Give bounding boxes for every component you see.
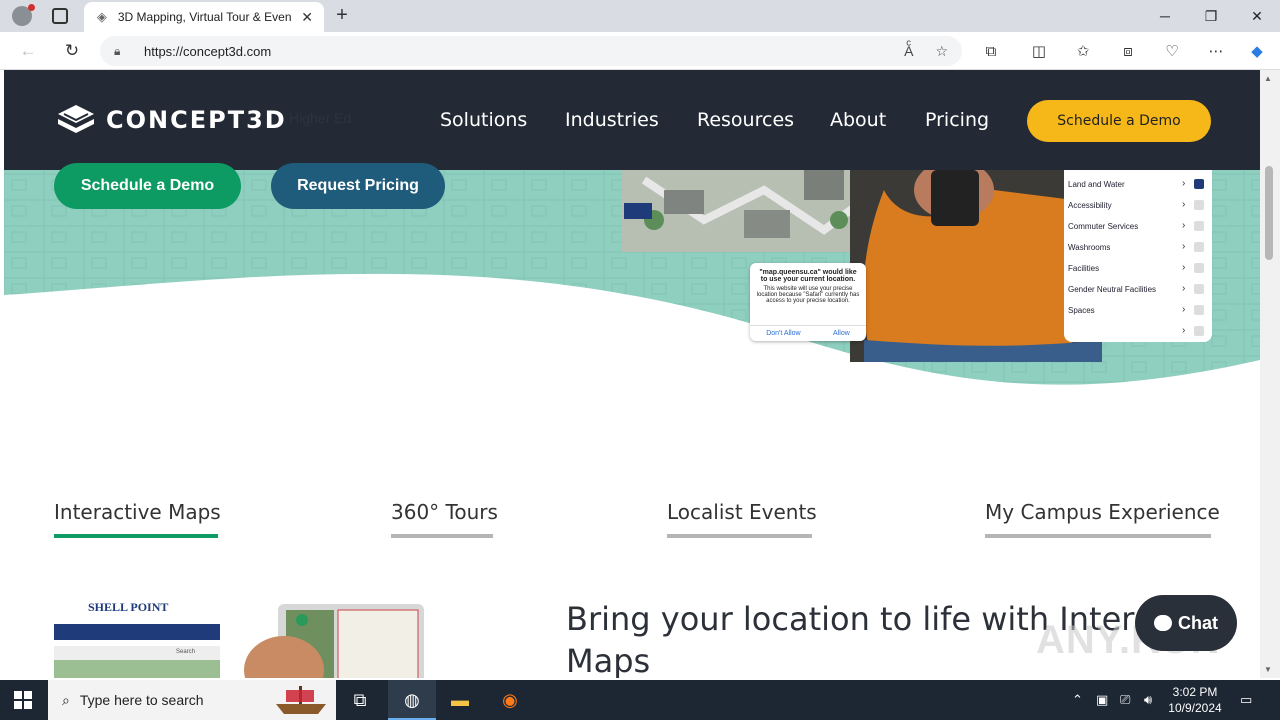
tab-title: 3D Mapping, Virtual Tour & Even [117, 10, 292, 24]
tab-interactive-maps[interactable]: Interactive Maps [54, 500, 221, 524]
close-window-button[interactable]: ✕ [1234, 0, 1280, 32]
tab-actions-icon[interactable] [52, 8, 68, 24]
logo-mark-icon [58, 105, 94, 133]
tab-localist-events-underline [667, 534, 812, 538]
tab-localist-events[interactable]: Localist Events [667, 500, 817, 524]
taskbar-clock[interactable]: 3:02 PM 10/9/2024 [1160, 684, 1230, 716]
taskbar-search[interactable]: ⌕ Type here to search [48, 680, 336, 720]
profile-avatar-icon[interactable] [12, 4, 35, 26]
read-aloud-icon[interactable]: Aͨ [904, 43, 913, 59]
search-icon: ⌕ [62, 691, 70, 708]
page-viewport: CONCEPT3D Higher Ed Solutions Industries… [4, 70, 1260, 678]
split-screen-icon[interactable]: ◫ [1028, 41, 1050, 63]
tab-close-icon[interactable]: ✕ [300, 9, 314, 26]
filter-list-panel: Land and Water › Accessibility › Commuter … [1064, 170, 1212, 342]
hero-request-pricing-button[interactable]: Request Pricing [271, 163, 445, 209]
back-arrow-icon[interactable]: ← [16, 39, 40, 63]
search-highlight-ship-icon [276, 686, 326, 714]
header-ghost-text: Higher Ed [289, 110, 352, 126]
windows-taskbar: ⌕ Type here to search ⧉ ◍ ▬ ◉ ⌃ ▣ ⎚ 🔊︎ 3… [0, 680, 1280, 720]
hero-schedule-demo-button[interactable]: Schedule a Demo [54, 163, 241, 209]
list-item: Land and Water › [1064, 174, 1212, 195]
tray-chevron-icon[interactable]: ⌃ [1072, 692, 1083, 708]
url-text[interactable]: https://concept3d.com [144, 44, 882, 59]
mock-search-text: Search [176, 649, 196, 655]
browser-toolbar: ← ↻ 🔒︎ https://concept3d.com Aͨ ☆ ⧉ ◫ ✩ … [0, 32, 1280, 70]
chat-bubble-icon [1154, 615, 1172, 631]
list-item: Washrooms › [1064, 237, 1212, 258]
lock-icon[interactable]: 🔒︎ [114, 44, 144, 59]
list-item: Accessibility › [1064, 195, 1212, 216]
logo-wordmark: CONCEPT3D [106, 106, 287, 134]
nav-pricing[interactable]: Pricing [925, 109, 989, 131]
list-item: › [1064, 321, 1212, 342]
list-item: Facilities › [1064, 258, 1212, 279]
campus-photo-mockup [244, 604, 424, 678]
search-placeholder: Type here to search [79, 692, 204, 708]
new-tab-button[interactable]: + [330, 3, 354, 27]
nav-solutions[interactable]: Solutions [440, 109, 527, 131]
tray-device-icon[interactable]: ▣ [1096, 692, 1108, 708]
clock-time: 3:02 PM [1172, 685, 1218, 699]
scroll-down-icon[interactable]: ▼ [1264, 665, 1272, 674]
site-favicon-icon: ◈ [96, 9, 107, 24]
file-explorer-icon[interactable]: ▬ [436, 680, 484, 720]
address-bar[interactable]: 🔒︎ https://concept3d.com Aͨ ☆ [100, 36, 962, 66]
mock-brand-text: SHELL POINT [88, 600, 169, 614]
browser-tab[interactable]: ◈ 3D Mapping, Virtual Tour & Even ✕ [84, 2, 324, 32]
copilot-icon[interactable]: ◆ [1246, 41, 1268, 63]
browser-tab-bar: ◈ 3D Mapping, Virtual Tour & Even ✕ + ─ … [0, 0, 1280, 32]
chat-button[interactable]: Chat [1135, 595, 1237, 651]
location-permission-popup: "map.queensu.ca" would like to use your … [750, 263, 866, 341]
popup-body: This website will use your precise locat… [756, 286, 860, 304]
tab-360-tours[interactable]: 360° Tours [391, 500, 498, 524]
browser-essentials-icon[interactable]: ♡ [1161, 41, 1183, 63]
favorite-star-icon[interactable]: ☆ [935, 43, 948, 60]
popup-title: "map.queensu.ca" would like to use your … [759, 269, 857, 283]
minimize-button[interactable]: ─ [1142, 0, 1188, 32]
extensions-icon[interactable]: ⧉ [980, 41, 1002, 63]
tab-interactive-maps-underline [54, 534, 218, 538]
popup-allow: Allow [833, 330, 850, 337]
list-item: Commuter Services › [1064, 216, 1212, 237]
site-header: CONCEPT3D Higher Ed Solutions Industries… [4, 70, 1260, 170]
edge-taskbar-icon[interactable]: ◍ [388, 680, 436, 720]
refresh-icon[interactable]: ↻ [60, 39, 84, 63]
page-scrollbar[interactable]: ▲ ▼ [1260, 70, 1280, 678]
header-schedule-demo-button[interactable]: Schedule a Demo [1027, 100, 1211, 142]
favorites-icon[interactable]: ✩ [1072, 41, 1094, 63]
scroll-up-icon[interactable]: ▲ [1264, 74, 1272, 83]
tab-my-campus-experience-underline [985, 534, 1211, 538]
nav-resources[interactable]: Resources [697, 109, 794, 131]
restore-button[interactable]: ❐ [1188, 0, 1234, 32]
start-button-icon[interactable] [14, 691, 32, 709]
tab-360-tours-underline [391, 534, 493, 538]
nav-about[interactable]: About [830, 109, 886, 131]
network-icon[interactable]: ⎚ [1120, 692, 1130, 708]
chat-label: Chat [1178, 612, 1218, 633]
nav-industries[interactable]: Industries [565, 109, 659, 131]
hero-section: CONCEPT3D Higher Ed Solutions Industries… [4, 70, 1260, 400]
concept3d-logo[interactable]: CONCEPT3D [56, 103, 287, 137]
scrollbar-thumb[interactable] [1265, 166, 1273, 260]
tab-my-campus-experience[interactable]: My Campus Experience [985, 500, 1220, 524]
task-view-icon[interactable]: ⧉ [336, 680, 384, 720]
volume-icon[interactable]: 🔊︎ [1144, 692, 1152, 708]
collections-icon[interactable]: ⧈ [1117, 41, 1139, 63]
list-item: Spaces › [1064, 300, 1212, 321]
notifications-icon[interactable]: ▭ [1240, 692, 1252, 708]
firefox-icon[interactable]: ◉ [486, 680, 534, 720]
popup-deny: Don't Allow [766, 330, 801, 337]
clock-date: 10/9/2024 [1168, 701, 1222, 715]
list-item: Gender Neutral Facilities › [1064, 279, 1212, 300]
more-menu-icon[interactable]: ⋯ [1205, 41, 1227, 63]
